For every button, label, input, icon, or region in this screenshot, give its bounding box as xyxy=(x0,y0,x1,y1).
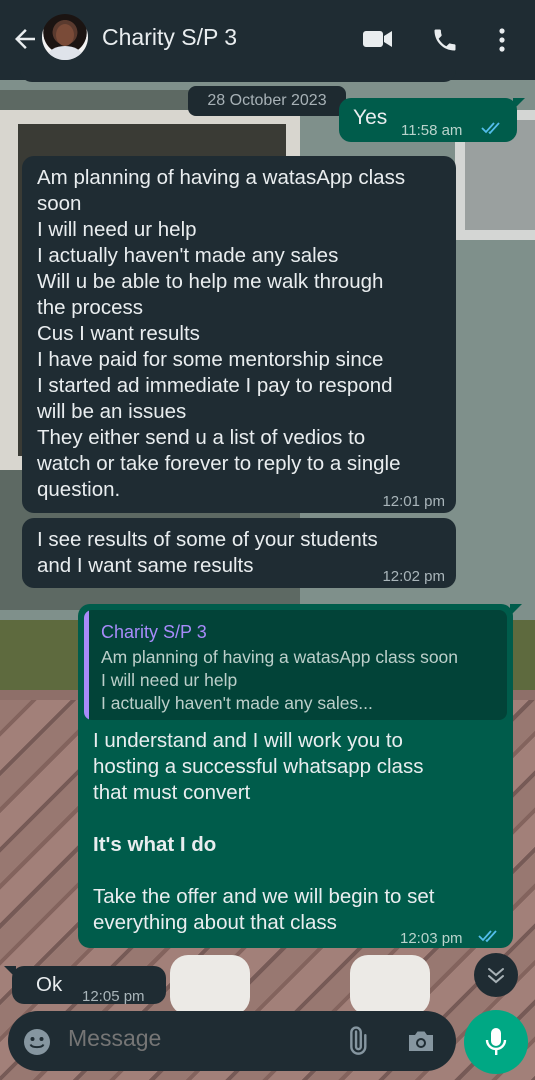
wallpaper-slipper xyxy=(350,955,430,1015)
video-call-icon[interactable] xyxy=(362,26,394,57)
message-text: Yes xyxy=(353,106,388,129)
mic-icon xyxy=(485,1028,507,1055)
message-composer[interactable] xyxy=(8,1011,456,1071)
wallpaper-slipper xyxy=(170,955,250,1015)
message-time: 12:01 pm xyxy=(382,493,445,510)
previous-message-fragment xyxy=(20,62,456,82)
phone-call-icon[interactable] xyxy=(431,26,459,59)
scroll-to-bottom-button[interactable] xyxy=(474,953,518,997)
message-bubble-incoming[interactable]: Ok 12:05 pm xyxy=(4,966,166,1005)
emoji-icon[interactable] xyxy=(22,1027,52,1062)
voice-message-button[interactable] xyxy=(464,1010,528,1074)
message-time: 12:02 pm xyxy=(382,568,445,585)
message-bubble-outgoing[interactable]: Charity S/P 3 Am planning of having a wa… xyxy=(78,604,522,950)
contact-avatar[interactable] xyxy=(42,14,88,60)
message-text: Ok xyxy=(36,973,63,996)
message-text: Am planning of having a watasApp class s… xyxy=(37,166,406,501)
read-receipt-icon xyxy=(478,924,500,950)
more-options-icon[interactable] xyxy=(492,26,512,59)
double-chevron-down-icon xyxy=(488,968,504,984)
message-input[interactable] xyxy=(68,1025,318,1052)
message-time: 11:58 am xyxy=(401,122,463,139)
back-arrow-icon[interactable] xyxy=(10,24,40,54)
attach-icon[interactable] xyxy=(341,1025,373,1062)
quoted-author: Charity S/P 3 xyxy=(101,622,207,642)
message-time: 12:05 pm xyxy=(82,988,145,1005)
quoted-text-line: I will need ur help xyxy=(101,670,238,690)
quoted-text-line: I actually haven't made any sales... xyxy=(101,693,373,713)
camera-icon[interactable] xyxy=(406,1027,436,1060)
message-bubble-outgoing[interactable]: Yes 11:58 am xyxy=(339,98,525,142)
quoted-message[interactable]: Charity S/P 3 Am planning of having a wa… xyxy=(84,610,507,720)
quoted-text-line: Am planning of having a watasApp class s… xyxy=(101,647,459,667)
date-separator: 28 October 2023 xyxy=(188,86,346,116)
contact-name[interactable]: Charity S/P 3 xyxy=(102,24,237,51)
message-time: 12:03 pm xyxy=(400,930,463,947)
read-receipt-icon xyxy=(481,116,503,142)
message-text: I understand and I will work you to host… xyxy=(93,729,435,934)
message-bubble-incoming[interactable]: Am planning of having a watasApp class s… xyxy=(22,156,456,513)
message-bubble-incoming[interactable]: I see results of some of your students a… xyxy=(22,518,456,588)
